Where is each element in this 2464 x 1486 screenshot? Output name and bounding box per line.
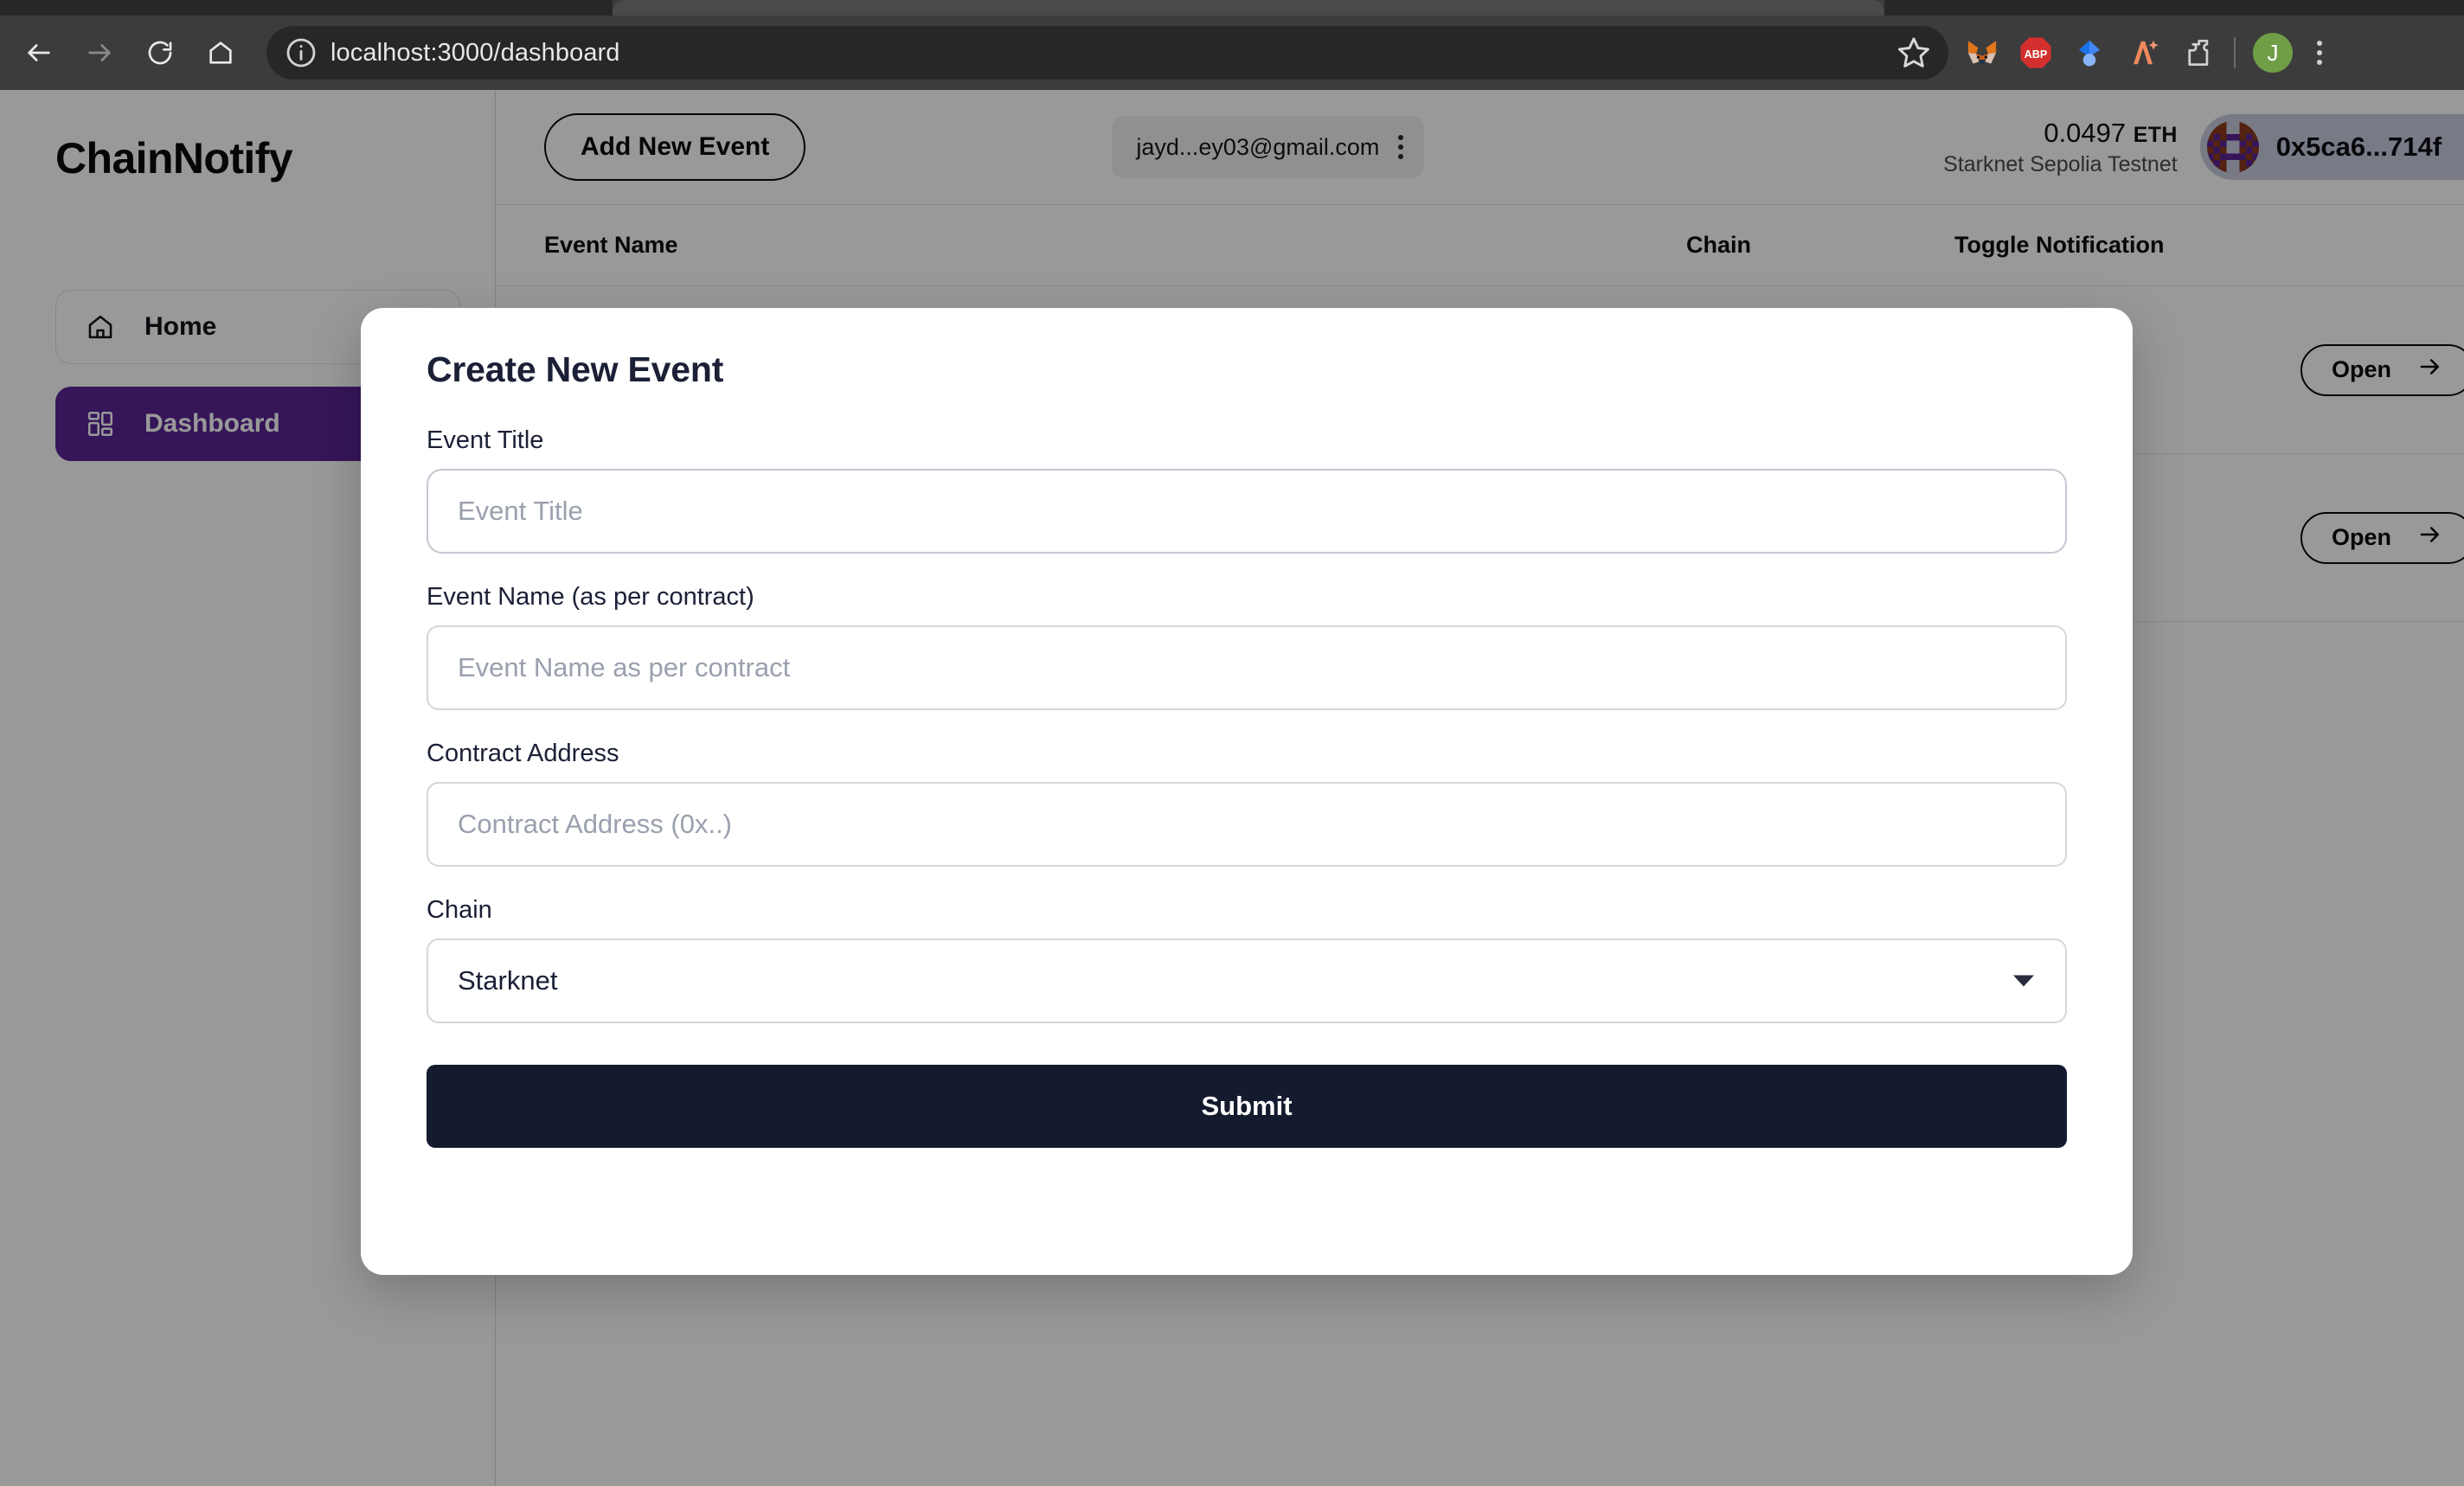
browser-toolbar: localhost:3000/dashboard ABP J: [0, 16, 2464, 90]
blue-diamond-extension-icon[interactable]: [2063, 26, 2116, 80]
home-icon[interactable]: [194, 26, 247, 80]
field-label: Chain: [427, 896, 492, 924]
three-dot-menu-icon[interactable]: [2300, 26, 2339, 80]
field-label: Event Name (as per contract): [427, 583, 754, 611]
extensions-tray: ABP J: [1955, 26, 2348, 80]
site-info-icon[interactable]: [284, 35, 318, 70]
field-event-title: Event Title: [427, 426, 2067, 554]
field-contract-address: Contract Address: [427, 740, 2067, 867]
page-viewport: ChainNotify Home Dashboard Add New Event…: [0, 90, 2464, 1486]
active-tab[interactable]: [613, 0, 1884, 16]
tab-strip-right: [1884, 0, 2464, 16]
tab-strip: [0, 0, 2464, 16]
contract-address-input[interactable]: [427, 782, 2067, 867]
tab-strip-left: [0, 0, 613, 16]
create-event-modal: Create New Event Event Title Event Name …: [361, 308, 2133, 1275]
navigation-buttons: [0, 26, 247, 80]
field-chain: Chain Starknet: [427, 896, 2067, 1023]
avatar[interactable]: J: [2246, 26, 2300, 80]
event-title-input[interactable]: [427, 469, 2067, 554]
svg-text:ABP: ABP: [2024, 48, 2048, 61]
chain-select-value: Starknet: [458, 965, 558, 996]
extensions-puzzle-icon[interactable]: [2170, 26, 2223, 80]
forward-arrow-icon[interactable]: [73, 26, 126, 80]
back-arrow-icon[interactable]: [12, 26, 66, 80]
field-event-name: Event Name (as per contract): [427, 583, 2067, 710]
chain-select-wrapper: Starknet: [427, 938, 2067, 1023]
orange-ai-extension-icon[interactable]: [2116, 26, 2170, 80]
metamask-extension-icon[interactable]: [1955, 26, 2009, 80]
submit-button[interactable]: Submit: [427, 1065, 2067, 1148]
field-label: Contract Address: [427, 740, 619, 767]
reload-icon[interactable]: [133, 26, 187, 80]
browser-window: localhost:3000/dashboard ABP J ChainNoti…: [0, 0, 2464, 1486]
adblock-plus-extension-icon[interactable]: ABP: [2009, 26, 2063, 80]
star-icon[interactable]: [1895, 34, 1933, 72]
modal-title: Create New Event: [427, 349, 724, 389]
chain-select[interactable]: Starknet: [427, 938, 2067, 1023]
profile-initial: J: [2253, 33, 2293, 73]
address-bar[interactable]: localhost:3000/dashboard: [266, 26, 1948, 80]
toolbar-separator: [2234, 37, 2236, 68]
modal-overlay[interactable]: Create New Event Event Title Event Name …: [0, 90, 2464, 1486]
url-text: localhost:3000/dashboard: [330, 38, 620, 67]
event-name-input[interactable]: [427, 625, 2067, 710]
field-label: Event Title: [427, 426, 544, 454]
